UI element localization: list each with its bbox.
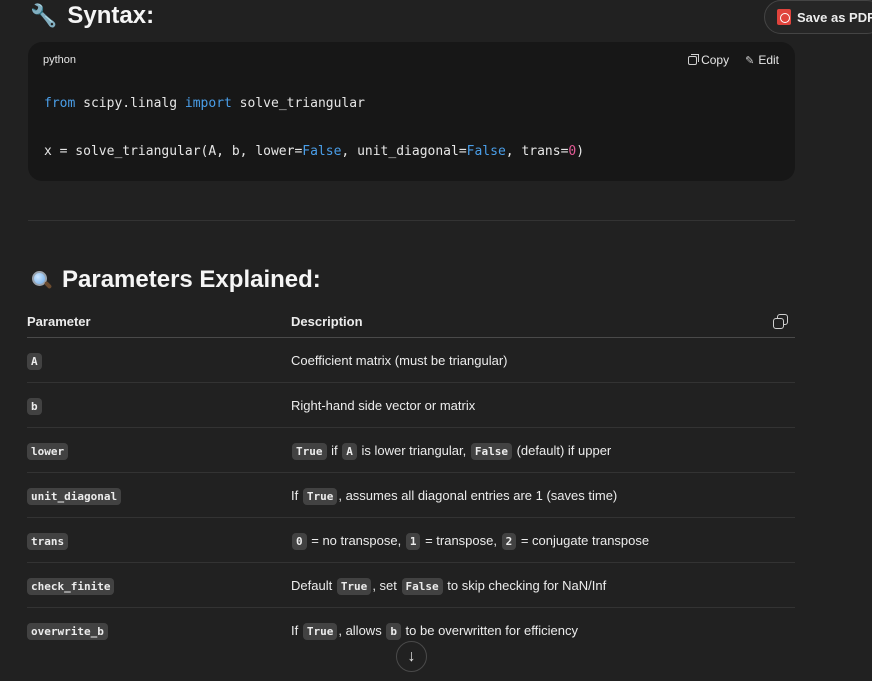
save-as-pdf-button[interactable]: Save as PDF: [764, 0, 872, 34]
table-row: b Right-hand side vector or matrix: [27, 383, 795, 428]
description-text: Default: [291, 577, 336, 593]
parameter-name: unit_diagonal: [27, 487, 122, 505]
description-text: Coefficient matrix (must be triangular): [291, 352, 508, 368]
description-cell: 0 = no transpose, 1 = transpose, 2 = con…: [291, 532, 795, 550]
parameters-table: Parameter Description A Coefficient matri…: [27, 305, 795, 653]
table-row: lower True if A is lower triangular, Fals…: [27, 428, 795, 473]
parameters-heading-text: Parameters Explained:: [62, 266, 321, 293]
code-literal: False: [466, 144, 506, 159]
inline-code: True: [302, 623, 338, 640]
header-description: Description: [291, 313, 363, 329]
description-text: to be overwritten for efficiency: [401, 623, 579, 638]
edit-code-button[interactable]: ✎ Edit: [745, 53, 779, 67]
code-block: python Copy ✎ Edit from scipy.linalg imp…: [28, 42, 795, 181]
description-cell: Default True, set False to skip checking…: [291, 577, 795, 595]
inline-code: False: [470, 442, 512, 460]
description-cell: Coefficient matrix (must be triangular): [291, 353, 795, 368]
inline-code: True: [336, 577, 372, 595]
edit-label: Edit: [758, 53, 779, 67]
inline-code: A: [342, 442, 357, 460]
parameter-cell: trans: [27, 532, 291, 550]
description-text: If: [291, 487, 302, 503]
parameter-cell: check_finite: [27, 577, 291, 595]
inline-code: True: [302, 487, 338, 505]
table-row: A Coefficient matrix (must be triangular): [27, 338, 795, 383]
header-parameter: Parameter: [27, 313, 91, 329]
inline-code: True: [292, 442, 327, 460]
parameter-cell: unit_diagonal: [27, 487, 291, 505]
code-keyword: import: [184, 96, 232, 111]
description-text: If: [291, 623, 302, 638]
parameter-name: check_finite: [27, 577, 115, 595]
table-row: check_finite Default True, set False to s…: [27, 563, 795, 608]
parameter-name: b: [27, 397, 42, 415]
description-cell: Right-hand side vector or matrix: [291, 398, 795, 413]
parameter-cell: overwrite_b: [27, 623, 291, 640]
syntax-heading: 🔧 Syntax:: [30, 0, 154, 32]
code-keyword: from: [44, 96, 76, 111]
wrench-icon: 🔧: [30, 3, 58, 28]
copy-code-button[interactable]: Copy: [688, 53, 729, 67]
scroll-down-button[interactable]: ↓: [396, 641, 427, 672]
code-text: , trans=: [505, 144, 569, 159]
pdf-icon: [777, 9, 791, 25]
parameter-cell: b: [27, 397, 291, 415]
inline-code: b: [386, 623, 401, 640]
code-text: solve_triangular: [231, 96, 365, 111]
code-language-label: python: [43, 54, 77, 66]
arrow-down-icon: ↓: [407, 647, 416, 665]
description-cell: True if A is lower triangular, False (de…: [291, 442, 795, 460]
table-row: unit_diagonal If True, assumes all diagon…: [27, 473, 795, 518]
description-text: Right-hand side vector or matrix: [291, 397, 476, 413]
syntax-heading-text: Syntax:: [67, 2, 155, 29]
code-text: scipy.linalg: [75, 96, 185, 111]
description-text: , set: [372, 577, 401, 593]
description-text: = conjugate transpose: [517, 532, 650, 548]
inline-code: 0: [292, 532, 307, 550]
chat-page: 🔧 Syntax: Save as PDF python Copy ✎ Edit…: [0, 0, 872, 681]
table-header: Parameter Description: [27, 305, 795, 338]
inline-code: False: [401, 577, 443, 595]
pencil-icon: ✎: [745, 54, 755, 67]
code-literal: False: [302, 144, 342, 159]
description-text: is lower triangular,: [357, 442, 470, 458]
copy-table-button[interactable]: [773, 314, 789, 330]
description-cell: If True, allows b to be overwritten for …: [291, 623, 795, 640]
parameters-heading: Parameters Explained:: [30, 264, 321, 296]
table-row: trans 0 = no transpose, 1 = transpose, 2 …: [27, 518, 795, 563]
inline-code: 1: [405, 532, 421, 550]
description-text: to skip checking for NaN/Inf: [443, 577, 607, 593]
description-text: if: [327, 442, 342, 458]
code-line-import: from scipy.linalg import solve_triangula…: [44, 96, 365, 111]
description-text: = transpose,: [421, 532, 501, 548]
magnifier-icon: [30, 269, 53, 291]
code-actions: Copy ✎ Edit: [688, 53, 779, 67]
parameter-name: overwrite_b: [27, 623, 108, 640]
copy-icon: [688, 53, 700, 65]
code-line-call: x = solve_triangular(A, b, lower=False, …: [44, 144, 584, 159]
parameter-name: A: [27, 352, 42, 370]
description-cell: If True, assumes all diagonal entries ar…: [291, 487, 795, 505]
parameter-name: trans: [27, 532, 69, 550]
description-text: = no transpose,: [307, 532, 405, 548]
copy-label: Copy: [701, 53, 730, 67]
parameter-name: lower: [27, 442, 69, 460]
description-text: , allows: [338, 623, 386, 638]
parameter-cell: lower: [27, 442, 291, 460]
save-as-pdf-label: Save as PDF: [797, 9, 872, 25]
section-divider: [28, 220, 795, 221]
description-text: , assumes all diagonal entries are 1 (sa…: [338, 487, 618, 503]
table-body: A Coefficient matrix (must be triangular)…: [27, 338, 795, 653]
parameter-cell: A: [27, 352, 291, 370]
inline-code: 2: [501, 532, 517, 550]
code-text: ): [576, 144, 585, 159]
code-text: x = solve_triangular(A, b, lower=: [44, 144, 303, 159]
description-text: (default) if upper: [512, 442, 612, 458]
code-text: , unit_diagonal=: [341, 144, 467, 159]
